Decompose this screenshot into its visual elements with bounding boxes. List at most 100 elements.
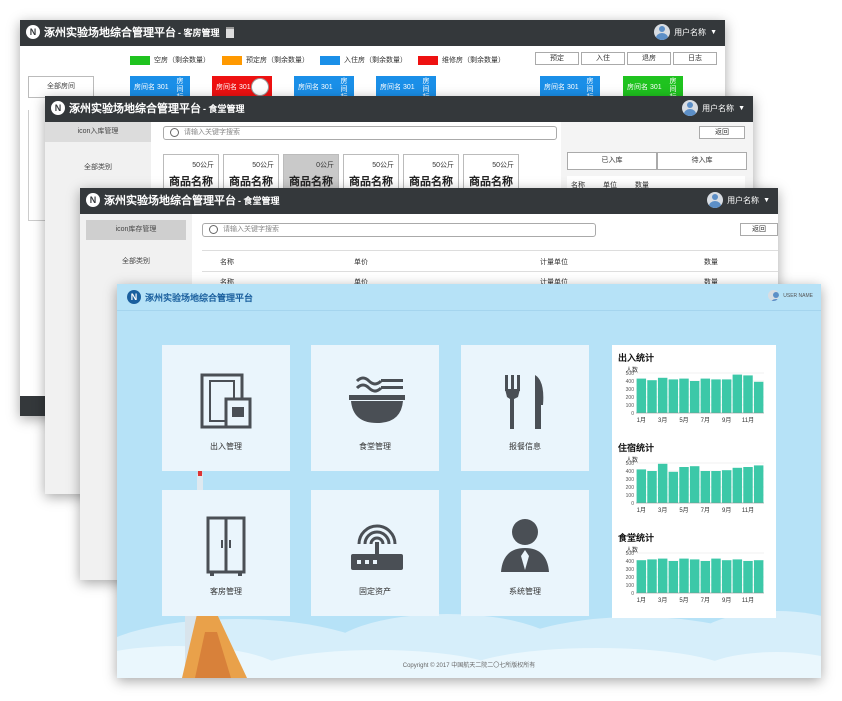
tile-label: 报餐信息 [509, 442, 541, 451]
y-tick-label: 500 [626, 461, 635, 467]
legend-swatch [418, 55, 438, 65]
bar [689, 559, 700, 593]
wardrobe-icon [206, 516, 246, 576]
bar [668, 379, 679, 413]
user-menu[interactable]: 用户名称 ▼ [682, 100, 745, 116]
x-tick-label: 3月 [658, 417, 667, 424]
bar [636, 469, 647, 503]
search-input[interactable]: 请输入关键字搜索 [202, 223, 596, 237]
y-tick-label: 0 [631, 501, 634, 507]
y-tick-label: 200 [626, 395, 635, 401]
bar [657, 377, 668, 413]
tile-label: 客房管理 [210, 587, 242, 596]
avatar [682, 100, 699, 116]
bar [711, 471, 721, 503]
bar [647, 380, 657, 413]
room-card[interactable]: 房间名 301 [212, 76, 272, 98]
bar [721, 560, 732, 593]
x-tick-label: 7月 [701, 417, 710, 424]
chevron-down-icon: ▼ [738, 104, 745, 112]
sidebar-item-all-categories[interactable]: 全部类别 [80, 252, 192, 272]
tile-room-management[interactable]: 客房管理 [162, 490, 290, 616]
bar [679, 558, 689, 593]
sidebar-item-inventory[interactable]: icon库存管理 [86, 220, 186, 240]
chart-title: 住宿统计 [618, 443, 655, 453]
room-card[interactable]: 房间名 301房间标识 [540, 76, 600, 109]
avatar [654, 24, 671, 40]
product-name: 商品名称 [229, 176, 273, 188]
bar [679, 467, 689, 503]
room-name: 房间名 301 [627, 84, 662, 91]
bar [732, 374, 743, 413]
reserve-button[interactable]: 预定 [535, 52, 579, 65]
user-name: 用户名称 [702, 103, 735, 113]
y-tick-label: 500 [626, 371, 635, 377]
x-tick-label: 7月 [701, 507, 710, 514]
app-title: 涿州实验场地综合管理平台 [104, 195, 236, 207]
product-weight: 50公斤 [192, 162, 214, 169]
user-menu[interactable]: USER NAME [768, 290, 813, 301]
chart-title: 出入统计 [618, 353, 655, 363]
x-tick-label: 3月 [658, 597, 667, 604]
user-name: 用户名称 [674, 27, 707, 37]
search-input[interactable]: 请输入关键字搜索 [163, 126, 557, 140]
tile-meal-report[interactable]: 报餐信息 [461, 345, 589, 471]
page-subtitle: - 食堂管理 [203, 103, 245, 114]
tile-fixed-assets[interactable]: 固定资产 [311, 490, 439, 616]
fork-knife-icon [505, 375, 544, 429]
back-button[interactable]: 返回 [740, 223, 778, 236]
tile-access-management[interactable]: 出入管理 [162, 345, 290, 471]
product-weight: 50公斤 [252, 162, 274, 169]
col-qty: 数量 [704, 259, 718, 266]
legend-label: 空房（剩余数量） [154, 57, 210, 64]
x-tick-label: 9月 [722, 507, 731, 514]
x-tick-label: 3月 [658, 507, 667, 514]
y-tick-label: 0 [631, 591, 634, 597]
y-tick-label: 300 [626, 387, 635, 393]
sidebar-item-stock-in[interactable]: icon入库管理 [45, 122, 151, 142]
back-button[interactable]: 返回 [699, 126, 745, 139]
x-tick-label: 5月 [679, 417, 688, 424]
chevron-down-icon: ▼ [710, 28, 717, 36]
tile-label: 固定资产 [359, 587, 391, 596]
product-name: 商品名称 [289, 176, 333, 188]
bar [657, 463, 668, 503]
checkin-button[interactable]: 入住 [581, 52, 625, 65]
chevron-down-icon: ▼ [763, 196, 770, 204]
bar [647, 559, 657, 593]
sidebar-item-all-categories[interactable]: 全部类别 [45, 158, 151, 178]
logo-icon: N [86, 193, 100, 207]
tile-system-management[interactable]: 系统管理 [461, 490, 589, 616]
col-unit: 计量单位 [540, 259, 568, 266]
log-button[interactable]: 日志 [673, 52, 717, 65]
room-card[interactable]: 房间名 301房间标识 [130, 76, 190, 109]
tool-icon [251, 78, 269, 96]
room-card[interactable]: 房间名 301房间标识 [376, 76, 436, 109]
tab-pending[interactable]: 待入库 [657, 152, 747, 170]
room-card[interactable]: 房间名 301房间标识 [623, 76, 683, 109]
y-tick-label: 400 [626, 379, 635, 385]
col-price: 单价 [354, 259, 368, 266]
sidebar-item-all-rooms[interactable]: 全部房间 [28, 76, 94, 98]
x-tick-label: 11月 [742, 597, 754, 604]
bar [721, 470, 732, 503]
app-title: 涿州实验场地综合管理平台 [145, 292, 254, 303]
search-placeholder: 请输入关键字搜索 [184, 129, 240, 136]
x-tick-label: 11月 [742, 507, 754, 514]
logo-icon: N [51, 101, 65, 115]
room-name: 房间名 301 [216, 84, 251, 91]
tab-stocked[interactable]: 已入库 [567, 152, 657, 170]
lodging-chart: 500 400 300 200 100 01月 3月 5月 7月 9月 11月 [626, 461, 764, 514]
logo-icon: N [26, 25, 40, 39]
user-menu[interactable]: 用户名称 ▼ [654, 24, 717, 40]
checkout-button[interactable]: 退房 [627, 52, 671, 65]
room-card[interactable]: 房间名 301房间标识 [294, 76, 354, 109]
user-menu[interactable]: 用户名称 ▼ [707, 192, 770, 208]
calendar-icon[interactable] [225, 26, 234, 38]
x-tick-label: 9月 [722, 417, 731, 424]
x-tick-label: 5月 [679, 507, 688, 514]
tile-canteen-management[interactable]: 食堂管理 [311, 345, 439, 471]
tile-label: 食堂管理 [359, 442, 391, 451]
col-name: 名称 [220, 259, 234, 266]
bar [647, 471, 657, 503]
